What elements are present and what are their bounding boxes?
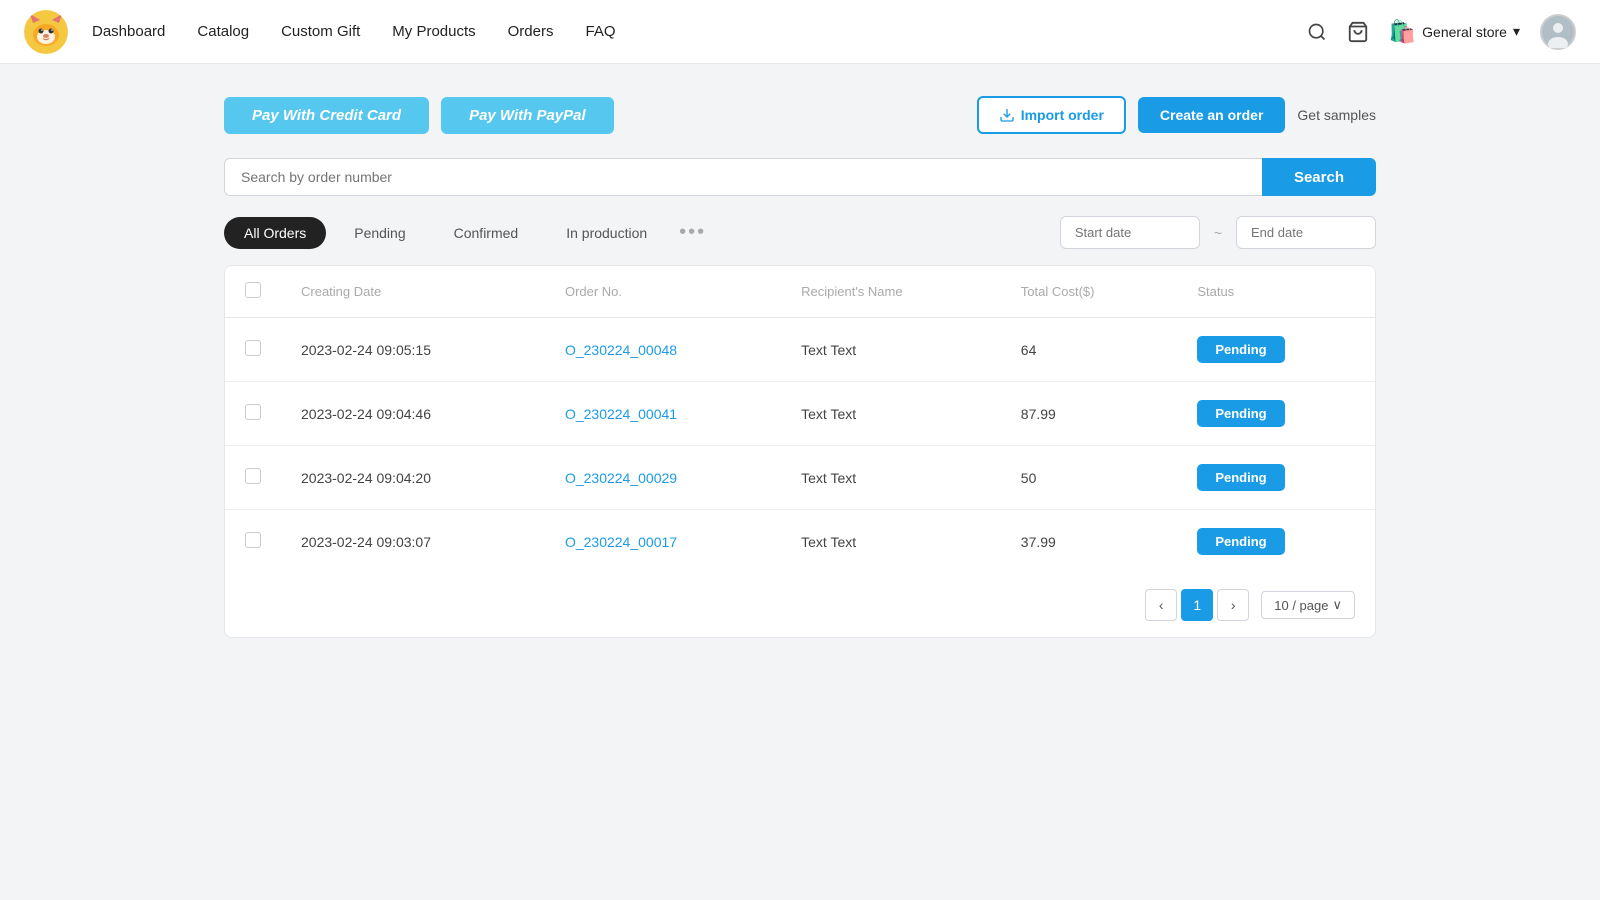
row-status-1[interactable]: Pending — [1177, 382, 1375, 446]
col-recipient: Recipient's Name — [781, 266, 1001, 318]
select-all-checkbox[interactable] — [245, 282, 261, 298]
table-body: 2023-02-24 09:05:15 O_230224_00048 Text … — [225, 318, 1375, 574]
avatar[interactable] — [1540, 14, 1576, 50]
row-checkbox-1[interactable] — [245, 404, 261, 420]
row-checkbox-3[interactable] — [245, 532, 261, 548]
table-row: 2023-02-24 09:04:20 O_230224_00029 Text … — [225, 446, 1375, 510]
search-input[interactable] — [224, 158, 1262, 196]
nav-my-products[interactable]: My Products — [392, 23, 475, 40]
row-total-0: 64 — [1001, 318, 1178, 382]
top-bar: Pay With Credit Card Pay With PayPal Imp… — [224, 96, 1376, 134]
end-date-input[interactable] — [1236, 216, 1376, 249]
row-recipient-3: Text Text — [781, 510, 1001, 574]
col-creating-date: Creating Date — [281, 266, 545, 318]
row-order-no-3[interactable]: O_230224_00017 — [545, 510, 781, 574]
create-order-button[interactable]: Create an order — [1138, 97, 1285, 133]
row-date-3: 2023-02-24 09:03:07 — [281, 510, 545, 574]
pay-paypal-button[interactable]: Pay With PayPal — [441, 97, 614, 134]
nav-catalog[interactable]: Catalog — [197, 23, 249, 40]
row-recipient-2: Text Text — [781, 446, 1001, 510]
search-icon-button[interactable] — [1307, 22, 1327, 42]
main-content: Pay With Credit Card Pay With PayPal Imp… — [200, 64, 1400, 670]
tab-all-orders[interactable]: All Orders — [224, 217, 326, 249]
row-order-no-1[interactable]: O_230224_00041 — [545, 382, 781, 446]
row-total-1: 87.99 — [1001, 382, 1178, 446]
table-row: 2023-02-24 09:04:46 O_230224_00041 Text … — [225, 382, 1375, 446]
order-tabs: All Orders Pending Confirmed In producti… — [224, 216, 1376, 249]
tab-pending[interactable]: Pending — [334, 217, 425, 249]
search-bar: Search — [224, 158, 1376, 196]
nav-links: Dashboard Catalog Custom Gift My Product… — [92, 23, 1307, 40]
pay-credit-button[interactable]: Pay With Credit Card — [224, 97, 429, 134]
navbar-right: 🛍️ General store ▾ — [1307, 14, 1576, 50]
nav-dashboard[interactable]: Dashboard — [92, 23, 165, 40]
row-date-0: 2023-02-24 09:05:15 — [281, 318, 545, 382]
date-range-separator: ~ — [1214, 225, 1222, 241]
row-status-3[interactable]: Pending — [1177, 510, 1375, 574]
row-order-no-0[interactable]: O_230224_00048 — [545, 318, 781, 382]
table-row: 2023-02-24 09:05:15 O_230224_00048 Text … — [225, 318, 1375, 382]
store-selector[interactable]: 🛍️ General store ▾ — [1389, 19, 1520, 45]
row-status-0[interactable]: Pending — [1177, 318, 1375, 382]
row-checkbox-0[interactable] — [245, 340, 261, 356]
orders-table-container: Creating Date Order No. Recipient's Name… — [224, 265, 1376, 638]
navbar: Dashboard Catalog Custom Gift My Product… — [0, 0, 1600, 64]
tab-confirmed[interactable]: Confirmed — [434, 217, 539, 249]
start-date-input[interactable] — [1060, 216, 1200, 249]
nav-custom-gift[interactable]: Custom Gift — [281, 23, 360, 40]
table-row: 2023-02-24 09:03:07 O_230224_00017 Text … — [225, 510, 1375, 574]
logo[interactable] — [24, 10, 68, 54]
per-page-chevron-icon: ∨ — [1332, 597, 1342, 613]
page-1-button[interactable]: 1 — [1181, 589, 1213, 621]
store-name: General store — [1422, 24, 1507, 40]
row-total-3: 37.99 — [1001, 510, 1178, 574]
row-checkbox-2[interactable] — [245, 468, 261, 484]
more-tabs-icon[interactable]: ••• — [679, 221, 706, 244]
nav-faq[interactable]: FAQ — [585, 23, 615, 40]
import-icon — [999, 107, 1015, 123]
pagination: ‹ 1 › 10 / page ∨ — [225, 573, 1375, 637]
orders-table: Creating Date Order No. Recipient's Name… — [225, 266, 1375, 573]
tab-in-production[interactable]: In production — [546, 217, 667, 249]
table-header: Creating Date Order No. Recipient's Name… — [225, 266, 1375, 318]
col-order-no: Order No. — [545, 266, 781, 318]
get-samples-button[interactable]: Get samples — [1297, 107, 1376, 123]
row-order-no-2[interactable]: O_230224_00029 — [545, 446, 781, 510]
row-recipient-0: Text Text — [781, 318, 1001, 382]
next-page-button[interactable]: › — [1217, 589, 1249, 621]
row-recipient-1: Text Text — [781, 382, 1001, 446]
nav-orders[interactable]: Orders — [508, 23, 554, 40]
row-status-2[interactable]: Pending — [1177, 446, 1375, 510]
search-button[interactable]: Search — [1262, 158, 1376, 196]
col-status: Status — [1177, 266, 1375, 318]
bag-icon: 🛍️ — [1389, 19, 1416, 45]
prev-page-button[interactable]: ‹ — [1145, 589, 1177, 621]
chevron-down-icon: ▾ — [1513, 23, 1520, 40]
row-date-1: 2023-02-24 09:04:46 — [281, 382, 545, 446]
row-total-2: 50 — [1001, 446, 1178, 510]
import-order-button[interactable]: Import order — [977, 96, 1126, 134]
per-page-selector[interactable]: 10 / page ∨ — [1261, 591, 1355, 619]
cart-icon-button[interactable] — [1347, 21, 1369, 43]
col-total-cost: Total Cost($) — [1001, 266, 1178, 318]
row-date-2: 2023-02-24 09:04:20 — [281, 446, 545, 510]
